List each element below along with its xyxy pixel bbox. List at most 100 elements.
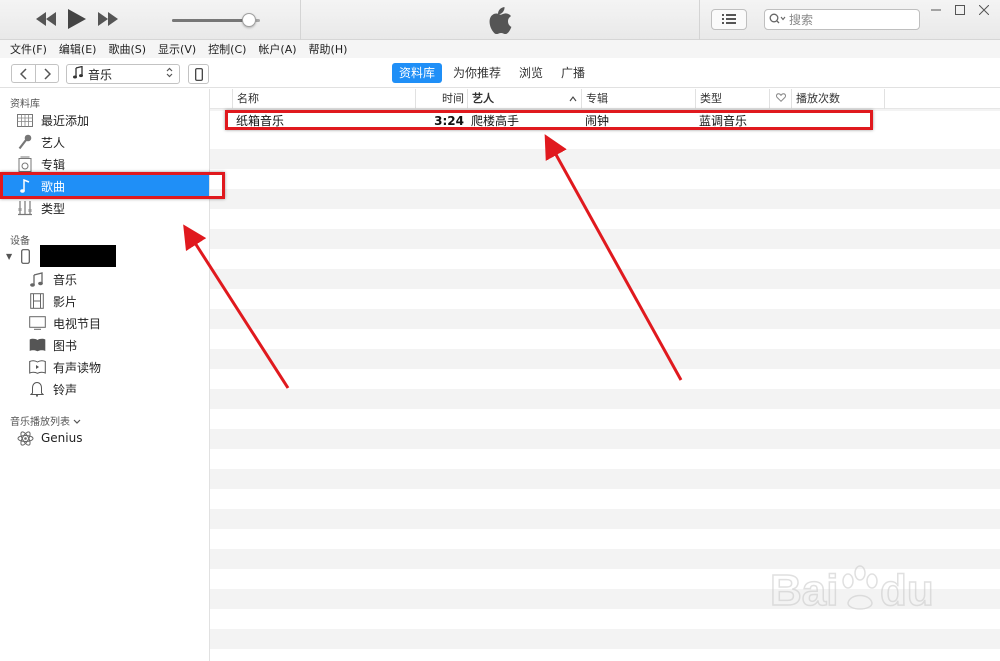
sidebar-item-label: 专辑: [41, 157, 66, 172]
device-button[interactable]: [188, 64, 209, 84]
media-type-label: 音乐: [88, 67, 113, 82]
column-time[interactable]: 时间: [415, 89, 467, 109]
minimize-icon[interactable]: [924, 2, 948, 18]
genre-icon: [16, 199, 34, 217]
device-item-music[interactable]: 音乐: [0, 268, 209, 290]
sidebar: 资料库 最近添加 艺人 专辑 歌曲 类型 设备 ▼ 音乐 影片 电视节目 图书 …: [0, 89, 210, 661]
menu-view[interactable]: 显示(V): [158, 41, 196, 57]
film-icon: [28, 292, 46, 310]
tv-icon: [28, 314, 46, 332]
cell-album: 闹钟: [585, 114, 610, 128]
playlist-item-genius[interactable]: Genius: [0, 427, 209, 449]
column-artist[interactable]: 艺人: [467, 89, 581, 109]
device-item-label: 电视节目: [53, 316, 102, 331]
column-love[interactable]: [769, 89, 791, 109]
transport-controls: [36, 9, 118, 29]
list-icon: [722, 13, 736, 27]
column-header-row: 名称 时间 艺人 专辑 类型 播放次数: [210, 89, 1000, 109]
column-spacer: [210, 89, 232, 109]
device-item-label: 铃声: [53, 382, 78, 397]
tab-0[interactable]: 资料库: [392, 63, 443, 83]
media-type-selector[interactable]: 音乐: [66, 64, 180, 84]
play-icon[interactable]: [68, 9, 86, 29]
device-item-movies[interactable]: 影片: [0, 290, 209, 312]
updown-chevron-icon: [166, 67, 173, 81]
album-icon: [16, 155, 34, 173]
device-item-tv-shows[interactable]: 电视节目: [0, 312, 209, 334]
menu-help[interactable]: 帮助(H): [309, 41, 348, 57]
device-item-tones[interactable]: 铃声: [0, 378, 209, 400]
itunes-window: 文件(F) 编辑(E) 歌曲(S) 显示(V) 控制(C) 帐户(A) 帮助(H…: [0, 0, 1000, 661]
column-spacer-end: [884, 89, 1000, 109]
disclosure-triangle-icon[interactable]: ▼: [6, 252, 16, 261]
menu-file[interactable]: 文件(F): [10, 41, 47, 57]
volume-fill: [172, 19, 250, 22]
device-item-books[interactable]: 图书: [0, 334, 209, 356]
window-controls: [924, 2, 996, 18]
sidebar-item-label: 类型: [41, 201, 66, 216]
music-note-icon: [16, 177, 34, 195]
rewind-icon[interactable]: [36, 12, 56, 26]
volume-knob[interactable]: [242, 13, 257, 27]
menu-controls[interactable]: 控制(C): [208, 41, 246, 57]
bell-icon: [28, 380, 46, 398]
maximize-icon[interactable]: [948, 2, 972, 18]
library-section-title: 资料库: [10, 99, 40, 110]
volume-slider[interactable]: [172, 13, 260, 27]
tab-1[interactable]: 为你推荐: [446, 63, 508, 83]
navigation-bar: 音乐 资料库 为你推荐 浏览 广播: [0, 58, 1000, 88]
library-tabs: 资料库 为你推荐 浏览 广播: [392, 63, 592, 83]
device-row[interactable]: ▼: [0, 245, 209, 267]
tab-3[interactable]: 广播: [554, 63, 592, 83]
device-item-label: 图书: [53, 338, 78, 353]
device-item-label: 影片: [53, 294, 78, 309]
chevron-left-icon: [19, 67, 27, 80]
column-album[interactable]: 专辑: [581, 89, 695, 109]
back-button[interactable]: [11, 64, 35, 83]
sidebar-item-genres[interactable]: 类型: [0, 197, 209, 219]
atom-icon: [16, 429, 34, 447]
heart-icon: [775, 92, 786, 105]
sidebar-item-recently-added[interactable]: 最近添加: [0, 109, 209, 131]
search-icon: [769, 13, 787, 27]
playlists-section-title[interactable]: 音乐播放列表: [10, 413, 81, 428]
svg-text:du: du: [880, 566, 934, 615]
search-input[interactable]: [789, 12, 901, 27]
sidebar-item-label: 歌曲: [41, 179, 66, 194]
close-icon[interactable]: [972, 2, 996, 18]
music-note-icon: [73, 65, 83, 82]
search-box[interactable]: [764, 9, 920, 30]
column-artist-label: 艺人: [472, 92, 494, 105]
menu-account[interactable]: 帐户(A): [258, 41, 296, 57]
iphone-icon: [194, 67, 203, 81]
fast-forward-icon[interactable]: [98, 12, 118, 26]
tab-2[interactable]: 浏览: [512, 63, 550, 83]
book-icon: [28, 336, 46, 354]
device-item-label: 有声读物: [53, 360, 102, 375]
cell-time: 3:24: [434, 114, 464, 128]
device-item-audiobooks[interactable]: 有声读物: [0, 356, 209, 378]
sidebar-item-songs[interactable]: 歌曲: [0, 175, 209, 197]
grid-icon: [16, 111, 34, 129]
table-row[interactable]: 纸箱音乐 3:24 爬楼高手 闹钟 蓝调音乐: [210, 111, 1000, 131]
playlist-item-label: Genius: [41, 431, 83, 445]
svg-text:Bai: Bai: [770, 566, 838, 615]
forward-button[interactable]: [35, 64, 59, 83]
menu-edit[interactable]: 编辑(E): [59, 41, 97, 57]
sidebar-item-artists[interactable]: 艺人: [0, 131, 209, 153]
sidebar-item-albums[interactable]: 专辑: [0, 153, 209, 175]
device-item-label: 音乐: [53, 272, 78, 287]
cell-artist: 爬楼高手: [471, 114, 520, 128]
column-genre[interactable]: 类型: [695, 89, 769, 109]
sidebar-item-label: 艺人: [41, 135, 66, 150]
column-name[interactable]: 名称: [232, 89, 415, 109]
menu-song[interactable]: 歌曲(S): [108, 41, 146, 57]
chevron-right-icon: [44, 67, 51, 80]
device-name-redacted: [40, 245, 116, 267]
column-plays[interactable]: 播放次数: [791, 89, 884, 109]
cell-genre: 蓝调音乐: [699, 114, 748, 128]
history-buttons: [11, 64, 59, 83]
up-next-button[interactable]: [711, 9, 747, 30]
sort-ascending-icon: [569, 89, 577, 109]
microphone-icon: [16, 133, 34, 151]
